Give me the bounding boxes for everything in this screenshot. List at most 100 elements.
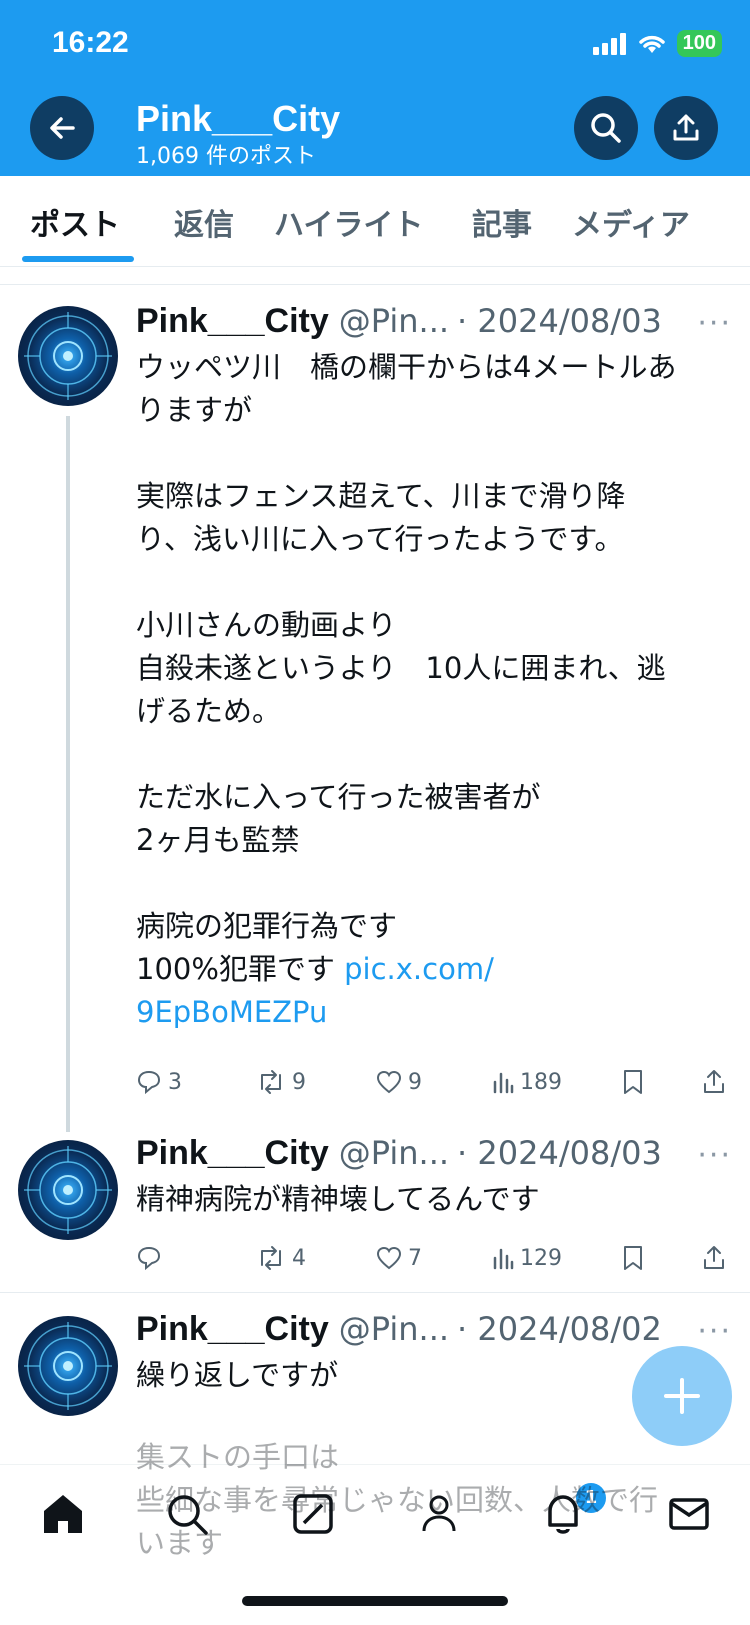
like-count: 9 [408, 1069, 422, 1095]
post-line: 自殺未遂というより 10人に囲まれ、逃 [136, 651, 666, 685]
post-actions: 3 9 9 189 [136, 1064, 726, 1100]
post-line [136, 862, 726, 905]
post-line: 精神病院が精神壊してるんです [136, 1182, 540, 1216]
repost-button[interactable]: 4 [256, 1245, 306, 1271]
post-author-handle[interactable]: @Pin... [339, 302, 449, 340]
profile-tabs: ポスト 返信 ハイライト 記事 メディア [0, 176, 750, 267]
post-line: 些細な事を尋常じゃない回数、人数で行 [136, 1483, 659, 1517]
share-icon [704, 1070, 724, 1093]
like-count: 7 [408, 1245, 422, 1271]
repost-icon [261, 1070, 281, 1094]
post-line: 集ストの手口は [136, 1440, 340, 1474]
share-post-button[interactable] [702, 1245, 726, 1271]
post-line: 病院の犯罪行為です [136, 909, 398, 943]
views-button[interactable]: 189 [492, 1070, 562, 1095]
tab-posts[interactable]: ポスト [30, 200, 120, 244]
post-date[interactable]: · 2024/08/03 [457, 302, 662, 340]
post-line: ウッペツ川 橋の欄干からは4メートルあ [136, 350, 677, 384]
post-line: り、浅い川に入って行ったようです。 [136, 522, 624, 556]
post-line: りますが [136, 393, 253, 427]
tab-articles[interactable]: 記事 [472, 200, 532, 244]
bookmark-button[interactable] [622, 1069, 644, 1095]
share-icon [704, 1246, 724, 1269]
heart-icon [376, 1246, 402, 1270]
divider [0, 1292, 750, 1293]
view-count: 189 [520, 1069, 562, 1095]
reply-icon [137, 1246, 161, 1271]
tab-replies[interactable]: 返信 [174, 200, 234, 244]
post-line: ただ水に入って行った被害者が [136, 780, 541, 814]
reply-button[interactable] [136, 1245, 168, 1271]
back-button[interactable] [30, 96, 94, 160]
post-line: 小川さんの動画より [136, 608, 397, 642]
post-author-handle[interactable]: @Pin... [339, 1310, 449, 1348]
share-post-button[interactable] [702, 1069, 726, 1095]
post-line-text: 100%犯罪です [136, 952, 345, 986]
more-options-icon[interactable]: ··· [697, 1138, 732, 1173]
status-indicators: 100 [592, 30, 722, 57]
views-icon [493, 1072, 514, 1094]
post-text: 精神病院が精神壊してるんです [136, 1178, 726, 1221]
post-line: げるため。 [136, 694, 282, 728]
post-line [136, 733, 726, 776]
reply-count: 3 [168, 1069, 182, 1095]
active-tab-indicator [22, 256, 134, 262]
post-date[interactable]: · 2024/08/03 [457, 1134, 662, 1172]
bookmark-button[interactable] [622, 1245, 644, 1271]
divider [0, 284, 750, 285]
compose-button[interactable] [632, 1346, 732, 1446]
post-text: ウッペツ川 橋の欄干からは4メートルあ りますが 実際はフェンス超えて、川まで滑… [136, 346, 726, 1034]
post-author-handle[interactable]: @Pin... [339, 1134, 449, 1172]
post-line: います [136, 1526, 224, 1560]
bookmark-icon [624, 1246, 642, 1270]
post-line: 2ヶ月も監禁 [136, 823, 300, 857]
views-icon [493, 1248, 514, 1270]
post-author-name[interactable]: Pink___City [136, 1310, 329, 1349]
top-bar: 16:22 100 Pink___City 1,069 件のポスト [0, 0, 750, 176]
more-options-icon[interactable]: ··· [697, 306, 732, 341]
status-time: 16:22 [52, 26, 129, 59]
post-line: 9EpBoMEZPu [136, 991, 726, 1034]
signal-icon [592, 32, 626, 55]
home-icon[interactable] [40, 1491, 86, 1537]
post-header: Pink___City @Pin... · 2024/08/03 [136, 302, 662, 341]
post-date[interactable]: · 2024/08/02 [457, 1310, 662, 1348]
post-header: Pink___City @Pin... · 2024/08/02 [136, 1310, 662, 1349]
plus-icon [664, 1378, 700, 1414]
post-actions: 4 7 129 [136, 1240, 726, 1276]
wifi-icon [638, 35, 665, 53]
like-button[interactable]: 9 [376, 1070, 422, 1095]
repost-button[interactable]: 9 [256, 1069, 306, 1095]
bookmark-icon [624, 1070, 642, 1094]
reply-button[interactable]: 3 [136, 1069, 182, 1095]
tab-highlights[interactable]: ハイライト [274, 200, 423, 244]
share-button[interactable] [654, 96, 718, 160]
post-author-name[interactable]: Pink___City [136, 1134, 329, 1173]
reply-icon [137, 1070, 161, 1095]
tab-media[interactable]: メディア [572, 200, 690, 244]
post-header: Pink___City @Pin... · 2024/08/03 [136, 1134, 662, 1173]
media-link[interactable]: pic.x.com/ [344, 952, 494, 986]
search-icon [591, 113, 621, 143]
repost-icon [261, 1246, 281, 1270]
post-line [136, 432, 726, 475]
like-button[interactable]: 7 [376, 1246, 422, 1271]
views-button[interactable]: 129 [492, 1246, 562, 1271]
avatar-graphic [24, 312, 112, 400]
repost-count: 4 [292, 1245, 306, 1271]
avatar[interactable] [18, 1316, 118, 1416]
search-button[interactable] [574, 96, 638, 160]
post-author-name[interactable]: Pink___City [136, 302, 329, 341]
more-options-icon[interactable]: ··· [697, 1314, 732, 1349]
media-link[interactable]: 9EpBoMEZPu [136, 995, 327, 1029]
battery-indicator: 100 [676, 30, 722, 57]
post-count: 1,069 件のポスト [136, 144, 316, 169]
home-indicator [242, 1596, 508, 1606]
heart-icon [376, 1070, 402, 1094]
account-name: Pink___City [136, 98, 341, 139]
avatar[interactable] [18, 1140, 118, 1240]
avatar[interactable] [18, 306, 118, 406]
post-line [136, 561, 726, 604]
post-line: 実際はフェンス超えて、川まで滑り降 [136, 479, 626, 513]
arrow-left-icon [50, 117, 75, 139]
